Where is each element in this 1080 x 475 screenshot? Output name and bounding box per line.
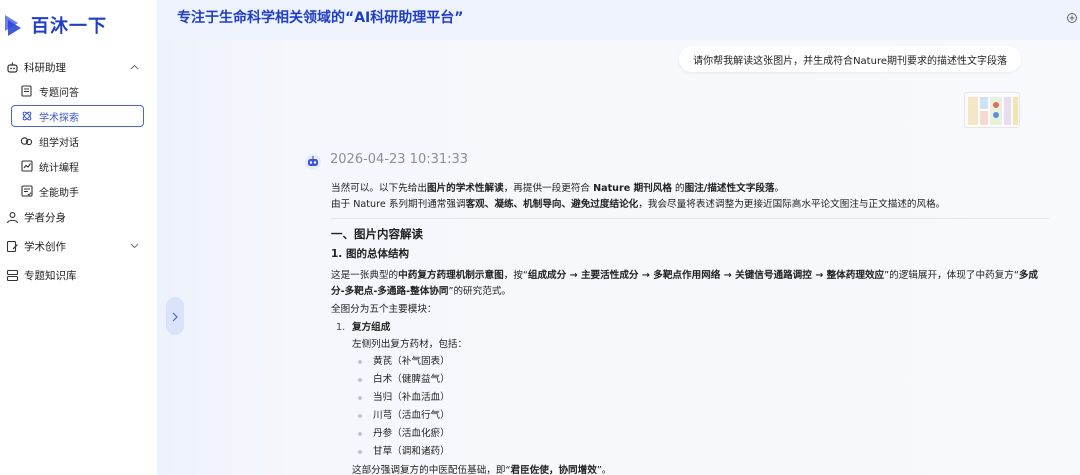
text-run: ，我会尽量将表述调整为更接近国际高水平论文图注与正文描述的风格。 [638, 199, 946, 210]
herb-list: 黄芪（补气固表） 白术（健脾益气） 当归（补血活血） 川芎（活血行气） 丹参（活… [352, 353, 1051, 461]
assistant-answer: 当然可以。以下先给出图片的学术性解读，再提供一段更符合 Nature 期刊风格 … [331, 181, 1051, 475]
sidebar-item-label: 学术探索 [39, 112, 79, 124]
text-run: 当然可以。以下先给出 [331, 183, 427, 194]
bullet [358, 378, 362, 382]
answer-paragraph: 这是一张典型的中药复方药理机制示意图，按“组成成分 → 主要活性成分 → 多靶点… [331, 268, 1051, 300]
sidebar-item-label: 全能助手 [39, 187, 79, 199]
list-item-text: 白术（健脾益气） [373, 374, 450, 385]
bold-run: 中药复方药理机制示意图 [398, 270, 504, 281]
sidebar-group-research-assistant[interactable]: 科研助理 [0, 55, 157, 79]
new-chat-icon[interactable] [1066, 9, 1078, 23]
bold-run: Nature 期刊风格 [593, 183, 672, 194]
list-number: 1. [336, 322, 346, 333]
edit-icon [5, 239, 19, 253]
text-run: 由于 Nature 系列期刊通常强调 [331, 199, 466, 210]
text-run: ，再提供一段更符合 [503, 183, 594, 194]
robot-icon [5, 60, 19, 74]
text-run: ”。 [596, 465, 612, 475]
assistant-avatar [304, 153, 322, 171]
bullet [358, 396, 362, 400]
tasklist-icon [20, 185, 33, 198]
bullet [358, 450, 362, 454]
sidebar-item-topic-qa[interactable]: 专题问答 [11, 80, 144, 102]
chevron-down-icon[interactable] [128, 240, 140, 252]
list-item: 川芎（活血行气） [352, 407, 1051, 425]
sidebar-item-label: 专题问答 [39, 87, 79, 99]
list-item-text: 黄芪（补气固表） [373, 356, 450, 367]
database-icon [5, 268, 19, 282]
chat-icon [20, 135, 33, 148]
text-run: 这是一张典型的 [331, 270, 399, 281]
list-item-text: 甘草（调和诸药） [373, 446, 450, 457]
app-logo[interactable]: 百沐一下 [3, 12, 107, 38]
list-item-text: 当归（补血活血） [373, 392, 450, 403]
bullet [358, 360, 362, 364]
sidebar-item-label: 统计编程 [39, 162, 79, 174]
list-item-text: 川芎（活血行气） [373, 410, 450, 421]
chevron-up-icon[interactable] [128, 61, 140, 73]
sidebar-item-all-round-assistant[interactable]: 全能助手 [11, 180, 144, 202]
text-run: 。 [774, 183, 785, 194]
answer-paragraph: 全图分为五个主要模块： [331, 304, 437, 315]
logo-icon [3, 12, 23, 38]
bold-run: 组成成分 → 主要活性成分 → 多靶点作用网络 → 关键信号通路调控 → 整体药… [527, 270, 885, 281]
top-header: 专注于生命科学相关领域的“AI科研助理平台” [157, 0, 1080, 40]
bullet [358, 432, 362, 436]
chart-icon [20, 160, 33, 173]
sidebar-group-knowledge-base[interactable]: 专题知识库 [0, 263, 157, 287]
sidebar-expand-button[interactable] [166, 297, 184, 335]
page-title: 专注于生命科学相关领域的“AI科研助理平台” [177, 10, 464, 26]
list-item-body: 复方组成 左侧列出复方药材，包括： [352, 320, 467, 353]
text-run: ”的逻辑展开，体现了中药复方“ [884, 270, 1019, 281]
bold-run: 图注/描述性文字段落 [684, 183, 775, 194]
text-run: 的 [671, 183, 685, 194]
people-icon [5, 210, 19, 224]
divider [331, 218, 1049, 219]
bullet [358, 414, 362, 418]
user-message-text: 请你帮我解读这张图片，并生成符合Nature期刊要求的描述性文字段落 [693, 55, 1007, 67]
attached-image-thumbnail[interactable] [964, 92, 1020, 128]
answer-intro-line-1: 当然可以。以下先给出图片的学术性解读，再提供一段更符合 Nature 期刊风格 … [331, 181, 1051, 197]
sidebar-group-label: 科研助理 [24, 61, 66, 74]
ordered-list-item: 1. 复方组成 左侧列出复方药材，包括： [331, 320, 1051, 353]
answer-intro-line-2: 由于 Nature 系列期刊通常强调客观、凝练、机制导向、避免过度结论化，我会尽… [331, 197, 1051, 213]
sidebar-item-academic-explore[interactable]: 学术探索 [11, 105, 144, 127]
sidebar-group-label: 学术创作 [24, 240, 66, 253]
atom-icon [20, 110, 33, 123]
bold-run: 客观、凝练、机制导向、避免过度结论化 [465, 199, 639, 210]
sidebar: 百沐一下 科研助理 专题问答 学术探索 组学对话 统计编程 全能助手 学者分身 … [0, 0, 157, 475]
list-item: 黄芪（补气固表） [352, 353, 1051, 371]
section-heading: 一、图片内容解读 [331, 227, 423, 241]
chevron-right-icon [172, 307, 178, 326]
sidebar-item-label: 组学对话 [39, 137, 79, 149]
sidebar-nav: 科研助理 专题问答 学术探索 组学对话 统计编程 全能助手 学者分身 学术创作 … [0, 55, 157, 287]
sidebar-group-academic-writing[interactable]: 学术创作 [0, 234, 157, 258]
list-item-text: 丹参（活血化瘀） [373, 428, 450, 439]
sidebar-item-stats-programming[interactable]: 统计编程 [11, 155, 144, 177]
message-timestamp: 2026-04-23 10:31:33 [330, 152, 469, 167]
text-run: ”的研究范式。 [448, 286, 512, 297]
list-item-desc: 左侧列出复方药材，包括： [352, 339, 468, 350]
text-run: ，按“ [503, 270, 528, 281]
app-name: 百沐一下 [31, 16, 107, 37]
document-icon [20, 85, 33, 98]
bold-run: 君臣佐使，协同增效 [510, 465, 597, 475]
list-item-note: 这部分强调复方的中医配伍基础，即“君臣佐使，协同增效”。 [352, 463, 1051, 475]
bold-run: 图片的学术性解读 [426, 183, 504, 194]
list-item-title: 复方组成 [352, 322, 391, 333]
sidebar-group-label: 学者分身 [24, 211, 66, 224]
text-run: 这部分强调复方的中医配伍基础，即“ [352, 465, 511, 475]
list-item: 当归（补血活血） [352, 389, 1051, 407]
subsection-heading: 1. 图的总体结构 [331, 248, 409, 260]
list-item: 丹参（活血化瘀） [352, 425, 1051, 443]
list-item: 白术（健脾益气） [352, 371, 1051, 389]
list-item: 甘草（调和诸药） [352, 443, 1051, 461]
chat-panel: 请你帮我解读这张图片，并生成符合Nature期刊要求的描述性文字段落 2026-… [157, 40, 1080, 475]
sidebar-item-omics-chat[interactable]: 组学对话 [11, 130, 144, 152]
sidebar-group-label: 专题知识库 [24, 269, 77, 282]
user-message-bubble: 请你帮我解读这张图片，并生成符合Nature期刊要求的描述性文字段落 [679, 46, 1021, 72]
sidebar-group-scholar-avatar[interactable]: 学者分身 [0, 205, 157, 229]
